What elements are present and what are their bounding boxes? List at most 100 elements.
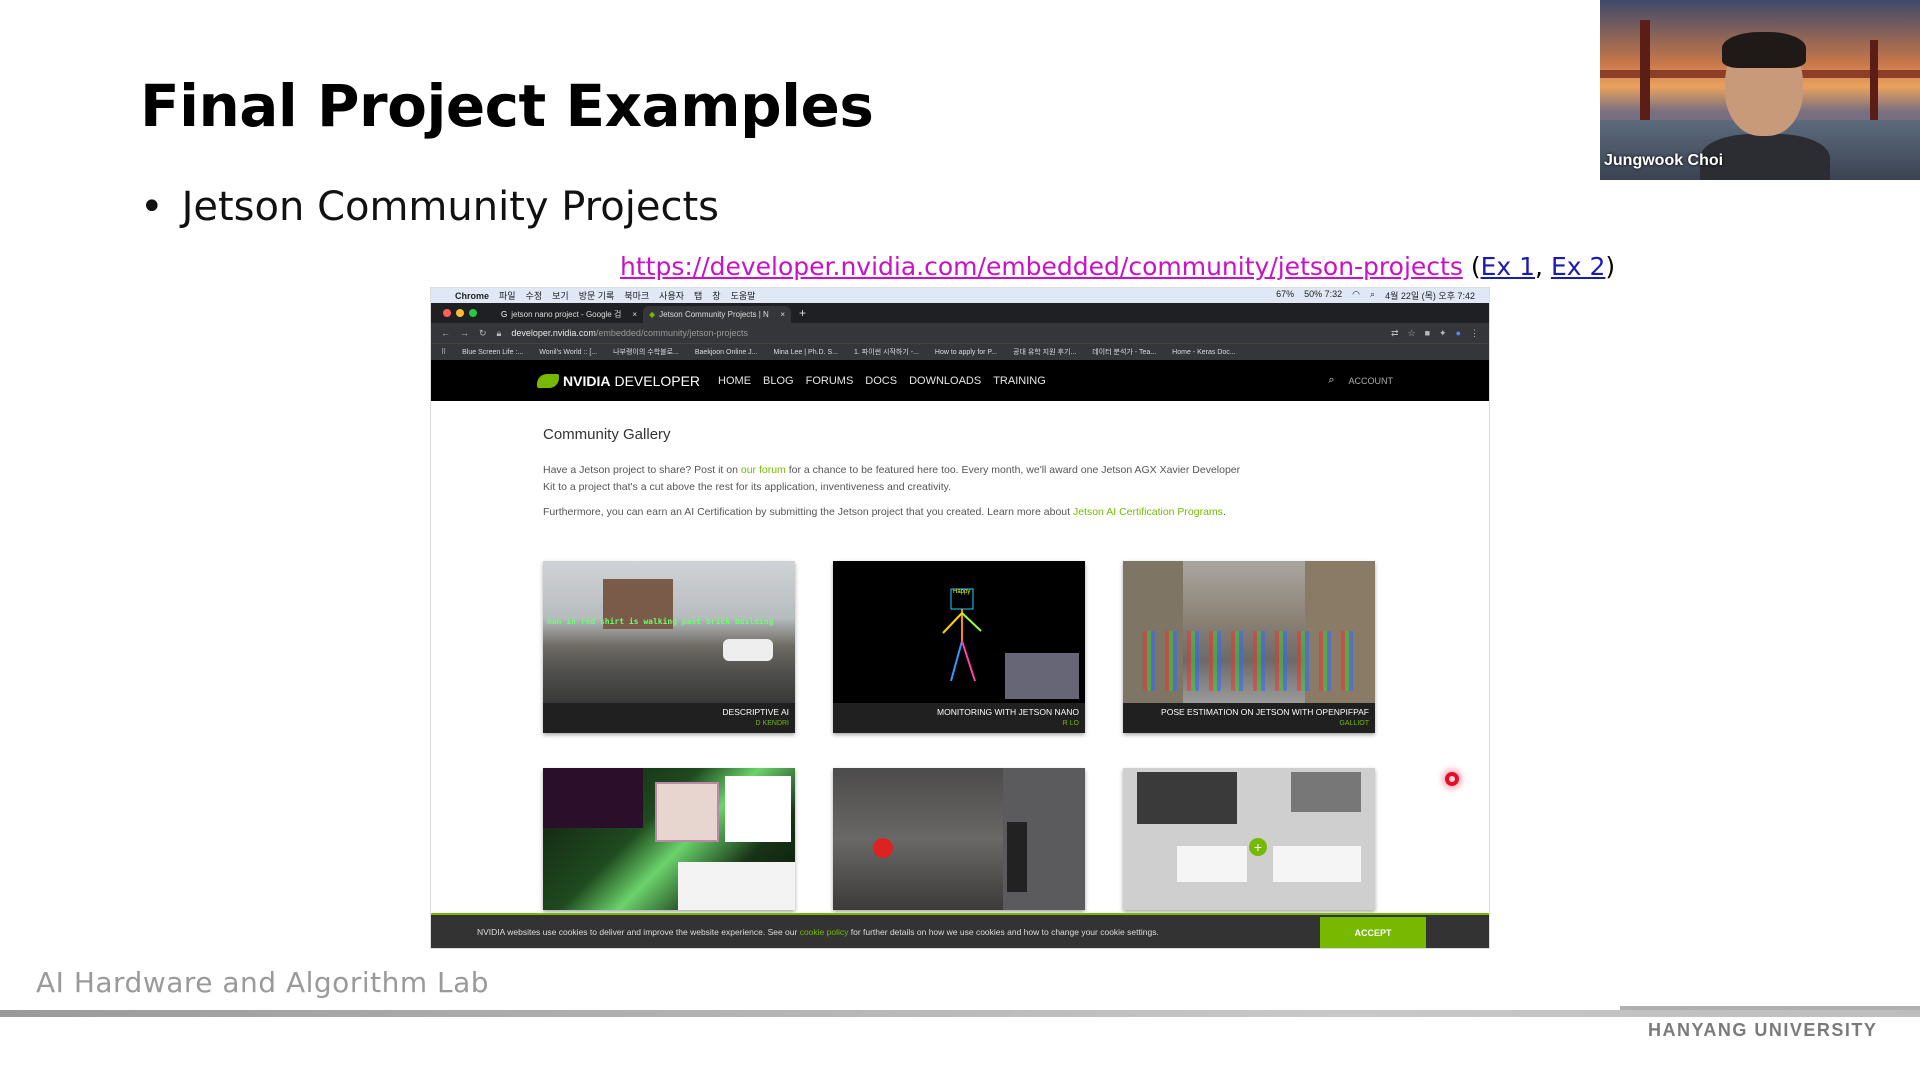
bookmark-star-icon[interactable]: ☆ <box>1408 328 1416 339</box>
bookmark-item[interactable]: Home - Keras Doc... <box>1172 349 1235 356</box>
new-tab-icon[interactable]: + <box>799 306 806 320</box>
bookmark-item[interactable]: Wonil's World :: [... <box>539 349 597 356</box>
nvidia-favicon-icon: ◆ <box>649 310 656 319</box>
close-tab-icon[interactable]: × <box>632 310 637 319</box>
browser-tab[interactable]: G jetson nano project - Google 검 × <box>495 306 643 323</box>
project-card[interactable]: Happy MONITORING WITH JETSON NANO R LO <box>833 561 1085 733</box>
nvidia-navbar: NVIDIA DEVELOPER HOME BLOG FORUMS DOCS D… <box>431 360 1489 401</box>
lab-name: AI Hardware and Algorithm Lab <box>36 966 490 999</box>
menu-item[interactable]: 방문 기록 <box>579 289 615 302</box>
translate-icon[interactable]: ⇄ <box>1391 328 1399 339</box>
card-author: D KENDRI <box>755 720 789 727</box>
certification-link[interactable]: Jetson AI Certification Programs <box>1073 506 1223 518</box>
bridge-tower <box>1870 40 1878 130</box>
back-icon[interactable]: ← <box>441 328 450 338</box>
project-thumbnail <box>833 768 1085 910</box>
wifi-icon[interactable]: ◠ <box>1352 289 1360 302</box>
bookmark-item[interactable]: 나부랭이의 수학블로... <box>613 347 679 357</box>
menu-item[interactable]: 창 <box>712 289 720 302</box>
card-caption: DESCRIPTIVE AI D KENDRI <box>543 703 795 733</box>
close-tab-icon[interactable]: × <box>780 310 785 319</box>
nav-docs[interactable]: DOCS <box>865 375 897 387</box>
car-shape <box>723 639 773 661</box>
google-favicon-icon: G <box>501 310 508 319</box>
maximize-window-icon[interactable] <box>469 309 477 317</box>
toolbar-icons: ⇄ ☆ ■ ✦ ● ⋮ <box>1391 328 1489 339</box>
menu-item[interactable]: 보기 <box>552 289 569 302</box>
forum-link[interactable]: our forum <box>741 464 786 476</box>
project-card[interactable] <box>833 768 1085 910</box>
menu-item[interactable]: 도움말 <box>731 289 756 302</box>
project-card[interactable] <box>543 768 795 910</box>
caption-overlay: man in red shirt is walking past brick b… <box>547 617 774 626</box>
menu-item[interactable]: 북마크 <box>624 289 649 302</box>
lock-icon: 🔒︎ <box>496 327 502 338</box>
profile-avatar-icon[interactable]: ● <box>1456 328 1461 339</box>
bookmark-item[interactable]: 데이터 분석가 - Tea... <box>1092 347 1156 357</box>
reference-links: https://developer.nvidia.com/embedded/co… <box>620 252 1615 281</box>
status-percent: 67% <box>1276 289 1295 299</box>
project-card[interactable]: POSE ESTIMATION ON JETSON WITH OPENPIFPA… <box>1123 561 1375 733</box>
cert-text-2: . <box>1222 506 1226 518</box>
menu-item[interactable]: 파일 <box>499 289 516 302</box>
forward-icon[interactable]: → <box>460 328 469 338</box>
bookmark-item[interactable]: Blue Screen Life :... <box>462 349 523 356</box>
site-search-icon[interactable]: ⌕ <box>1328 374 1334 387</box>
nav-training[interactable]: TRAINING <box>993 375 1046 387</box>
more-menu-icon[interactable]: ⋮ <box>1470 328 1479 339</box>
cert-text: Furthermore, you can earn an AI Certific… <box>543 506 1073 518</box>
url-field[interactable]: developer.nvidia.com/embedded/community/… <box>511 328 748 338</box>
ex2-link[interactable]: Ex 2 <box>1551 252 1605 281</box>
menu-item[interactable]: 수정 <box>526 289 543 302</box>
frame-left <box>1177 846 1247 882</box>
project-card[interactable]: + <box>1123 768 1375 910</box>
jetson-projects-link[interactable]: https://developer.nvidia.com/embedded/co… <box>620 252 1463 281</box>
bookmark-item[interactable]: Baekjoon Online J... <box>695 349 758 356</box>
nav-downloads[interactable]: DOWNLOADS <box>909 375 981 387</box>
nav-home[interactable]: HOME <box>718 375 751 387</box>
menu-item[interactable]: Chrome <box>455 291 489 301</box>
extension-icon[interactable]: ■ <box>1425 328 1430 339</box>
brand-sub: DEVELOPER <box>614 372 701 389</box>
project-card[interactable]: man in red shirt is walking past brick b… <box>543 561 795 733</box>
account-link[interactable]: ACCOUNT <box>1349 376 1394 386</box>
browser-tab-active[interactable]: ◆ Jetson Community Projects | N × <box>643 306 791 323</box>
terminal-window <box>543 768 643 828</box>
nav-blog[interactable]: BLOG <box>763 375 794 387</box>
footer-divider <box>0 1010 1920 1017</box>
menu-item[interactable]: 탭 <box>694 289 702 302</box>
cookie-text: NVIDIA websites use cookies to deliver a… <box>477 927 1159 937</box>
reload-icon[interactable]: ↻ <box>479 328 487 339</box>
search-icon[interactable]: ⌕ <box>1370 289 1375 302</box>
bookmark-item[interactable]: Mina Lee | Ph.D. S... <box>774 349 838 356</box>
camera-view <box>655 782 719 842</box>
cookie-policy-link[interactable]: cookie policy <box>800 927 849 937</box>
bookmark-item[interactable]: 공대 유학 지원 후기... <box>1013 347 1076 357</box>
project-thumbnail <box>1123 561 1375 703</box>
nvidia-eye-icon <box>537 373 559 388</box>
nav-forums[interactable]: FORUMS <box>806 375 854 387</box>
accept-cookies-button[interactable]: ACCEPT <box>1320 917 1426 948</box>
cert-paragraph: Furthermore, you can earn an AI Certific… <box>543 504 1243 521</box>
intro-paragraph: Have a Jetson project to share? Post it … <box>543 462 1243 496</box>
nav-links: HOME BLOG FORUMS DOCS DOWNLOADS TRAINING <box>718 375 1046 387</box>
bookmark-item[interactable]: 1. 파이썬 시작하기 -... <box>854 347 919 357</box>
webcam-video: Jungwook Choi <box>1600 0 1920 180</box>
ex1-link[interactable]: Ex 1 <box>1481 252 1535 281</box>
bridge-tower <box>1640 20 1650 130</box>
menubar-status: 67% 50% 7:32 ◠ ⌕ 4월 22일 (목) 오후 7:42 <box>1276 289 1489 302</box>
bookmark-item[interactable]: How to apply for P... <box>935 349 997 356</box>
puzzle-icon[interactable]: ✦ <box>1439 328 1447 339</box>
mac-menubar: Chrome 파일 수정 보기 방문 기록 북마크 사용자 탭 창 도움말 67… <box>431 288 1489 303</box>
url-path: /embedded/community/jetson-projects <box>595 328 748 338</box>
url-host: developer.nvidia.com <box>511 328 596 338</box>
minimize-window-icon[interactable] <box>456 309 464 317</box>
menu-item[interactable]: 사용자 <box>659 289 684 302</box>
frame-right <box>1273 846 1361 882</box>
nvidia-developer-logo[interactable]: NVIDIA DEVELOPER <box>537 373 700 389</box>
slide-title: Final Project Examples <box>140 72 874 140</box>
project-thumbnail: man in red shirt is walking past brick b… <box>543 561 795 703</box>
apps-icon[interactable]: ⠿ <box>441 348 446 356</box>
project-thumbnail: + <box>1123 768 1375 910</box>
close-window-icon[interactable] <box>443 309 451 317</box>
